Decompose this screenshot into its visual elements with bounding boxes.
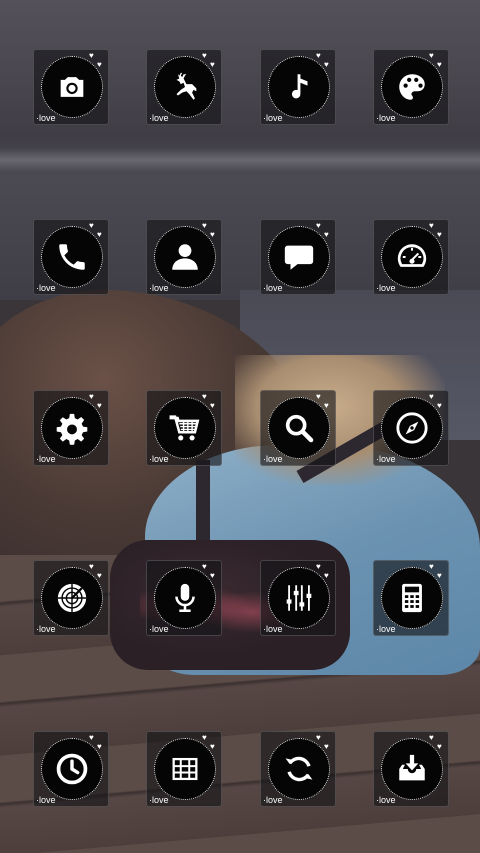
app-tile-compass[interactable]: ♥ ♥ ·love: [373, 390, 449, 466]
message-bubble-icon: [284, 245, 314, 270]
icon-circle: [41, 738, 103, 800]
icon-circle: [154, 226, 216, 288]
app-label: ·love: [36, 454, 56, 464]
app-label: ·love: [376, 283, 396, 293]
settings-gear-icon: [56, 413, 88, 445]
icon-circle: [268, 56, 330, 118]
app-label: ·love: [36, 283, 56, 293]
app-tile-widgets[interactable]: ♥ ♥ ·love: [146, 731, 222, 807]
app-label: ·love: [149, 795, 169, 805]
home-icon-grid: ♥ ♥ ·love ♥ ♥ ·love ♥ ♥ ·love ♥ ♥ ·love ♥ ♥ ·…: [0, 0, 480, 853]
app-label: ·love: [263, 454, 283, 464]
app-tile-sync[interactable]: ♥ ♥ ·love: [260, 731, 336, 807]
app-label: ·love: [263, 624, 283, 634]
app-tile-search[interactable]: ♥ ♥ ·love: [260, 390, 336, 466]
music-note-icon: [291, 74, 308, 99]
app-label: ·love: [36, 113, 56, 123]
app-label: ·love: [376, 795, 396, 805]
icon-circle: [41, 226, 103, 288]
app-label: ·love: [376, 113, 396, 123]
compass-icon: [396, 412, 428, 444]
app-label: ·love: [149, 454, 169, 464]
calculator-icon: [402, 583, 422, 613]
icon-circle: [268, 226, 330, 288]
app-label: ·love: [263, 283, 283, 293]
icon-circle: [268, 567, 330, 629]
grid-widget-icon: [172, 757, 198, 781]
app-label: ·love: [149, 624, 169, 634]
app-tile-radar[interactable]: ♥ ♥ ·love: [33, 560, 109, 636]
icon-circle: [41, 56, 103, 118]
speedometer-icon: [397, 244, 427, 267]
app-label: ·love: [149, 113, 169, 123]
icon-circle: [154, 738, 216, 800]
app-tile-reindeer[interactable]: ♥ ♥ ·love: [146, 49, 222, 125]
icon-circle: [41, 397, 103, 459]
icon-circle: [381, 56, 443, 118]
icon-circle: [268, 738, 330, 800]
palette-icon: [399, 74, 425, 100]
sync-icon: [285, 756, 313, 782]
icon-circle: [381, 567, 443, 629]
microphone-icon: [175, 583, 195, 613]
icon-circle: [154, 397, 216, 459]
app-tile-phone[interactable]: ♥ ♥ ·love: [33, 219, 109, 295]
app-label: ·love: [376, 624, 396, 634]
app-label: ·love: [36, 624, 56, 634]
app-tile-microphone[interactable]: ♥ ♥ ·love: [146, 560, 222, 636]
icon-circle: [41, 567, 103, 629]
camera-icon: [60, 77, 84, 97]
icon-circle: [154, 56, 216, 118]
app-tile-palette[interactable]: ♥ ♥ ·love: [373, 49, 449, 125]
app-label: ·love: [263, 113, 283, 123]
shopping-cart-icon: [169, 415, 200, 441]
search-icon: [285, 414, 314, 443]
app-label: ·love: [149, 283, 169, 293]
radar-icon: [57, 583, 87, 613]
app-tile-music[interactable]: ♥ ♥ ·love: [260, 49, 336, 125]
app-tile-shopping[interactable]: ♥ ♥ ·love: [146, 390, 222, 466]
app-tile-calculator[interactable]: ♥ ♥ ·love: [373, 560, 449, 636]
app-tile-download[interactable]: ♥ ♥ ·love: [373, 731, 449, 807]
app-tile-messages[interactable]: ♥ ♥ ·love: [260, 219, 336, 295]
phone-icon: [59, 244, 85, 270]
app-tile-speedometer[interactable]: ♥ ♥ ·love: [373, 219, 449, 295]
app-tile-camera[interactable]: ♥ ♥ ·love: [33, 49, 109, 125]
icon-circle: [154, 567, 216, 629]
contact-person-icon: [172, 244, 198, 270]
clock-icon: [56, 753, 88, 785]
app-tile-settings[interactable]: ♥ ♥ ·love: [33, 390, 109, 466]
icon-circle: [381, 397, 443, 459]
app-tile-clock[interactable]: ♥ ♥ ·love: [33, 731, 109, 807]
icon-circle: [381, 738, 443, 800]
reindeer-icon: [176, 72, 197, 100]
icon-circle: [381, 226, 443, 288]
app-label: ·love: [36, 795, 56, 805]
icon-circle: [268, 397, 330, 459]
app-label: ·love: [376, 454, 396, 464]
download-inbox-icon: [399, 754, 425, 781]
app-tile-contacts[interactable]: ♥ ♥ ·love: [146, 219, 222, 295]
app-tile-equalizer[interactable]: ♥ ♥ ·love: [260, 560, 336, 636]
equalizer-icon: [286, 585, 312, 611]
app-label: ·love: [263, 795, 283, 805]
